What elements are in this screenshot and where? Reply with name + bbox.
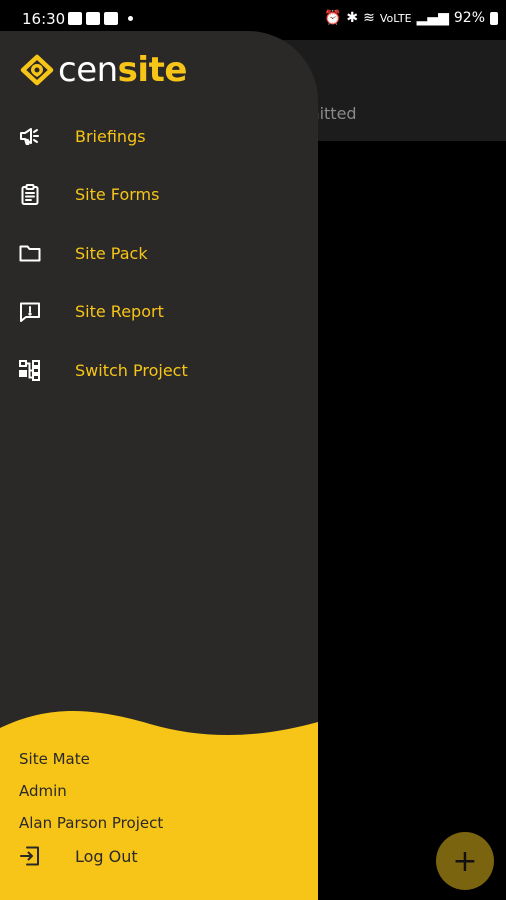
alarm-icon: ⏰: [323, 10, 342, 26]
menu-item-switch-project[interactable]: Switch Project: [0, 341, 318, 400]
calendar-icon: [104, 12, 118, 25]
menu-label: Site Forms: [75, 185, 160, 205]
menu-item-site-forms[interactable]: Site Forms: [0, 166, 318, 225]
wifi-icon: ≋: [363, 10, 375, 26]
logout-button[interactable]: Log Out: [0, 838, 318, 874]
drawer-footer: Site Mate Admin Alan Parson Project Log …: [0, 710, 318, 900]
gallery-icon: [68, 12, 82, 25]
censite-logo: censite: [20, 53, 187, 87]
status-time: 16:30: [22, 10, 66, 28]
menu-item-briefings[interactable]: Briefings: [0, 107, 318, 166]
plus-icon: +: [452, 843, 478, 879]
battery-percent: 92%: [453, 10, 485, 26]
network-label: VoLTE: [379, 11, 412, 25]
user-role: Admin: [19, 782, 67, 800]
switch-project-icon: [18, 358, 42, 382]
signal-icon: ▂▄▆: [416, 10, 449, 26]
logout-label: Log Out: [75, 846, 138, 866]
bluetooth-icon: ✱: [346, 10, 359, 26]
add-button[interactable]: +: [436, 832, 494, 890]
menu-item-site-pack[interactable]: Site Pack: [0, 224, 318, 283]
notification-icons: [68, 12, 133, 25]
brand-part1: cen: [58, 50, 118, 90]
youtube-icon: [86, 12, 100, 25]
menu-label: Site Pack: [75, 243, 148, 263]
report-icon: [18, 300, 42, 324]
censite-logo-icon: [20, 54, 54, 86]
menu-label: Briefings: [75, 126, 146, 146]
megaphone-icon: [18, 124, 42, 148]
drawer-menu: Briefings Site Forms Site Pack Site Repo…: [0, 107, 318, 400]
brand-part2: site: [117, 50, 188, 90]
current-project: Alan Parson Project: [19, 814, 164, 832]
menu-label: Switch Project: [75, 360, 188, 380]
more-notifications-icon: [128, 16, 133, 21]
clipboard-icon: [18, 183, 42, 207]
battery-icon: [490, 11, 498, 25]
menu-item-site-report[interactable]: Site Report: [0, 283, 318, 342]
user-name: Site Mate: [19, 750, 90, 768]
brand-name: censite: [58, 53, 187, 87]
menu-label: Site Report: [75, 302, 164, 322]
folder-icon: [18, 241, 42, 265]
navigation-drawer: censite Briefings Site Forms Site Pack S…: [0, 31, 318, 900]
system-icons: ⏰ ✱ ≋ VoLTE ▂▄▆ 92%: [324, 10, 498, 26]
logout-icon: [18, 844, 42, 868]
